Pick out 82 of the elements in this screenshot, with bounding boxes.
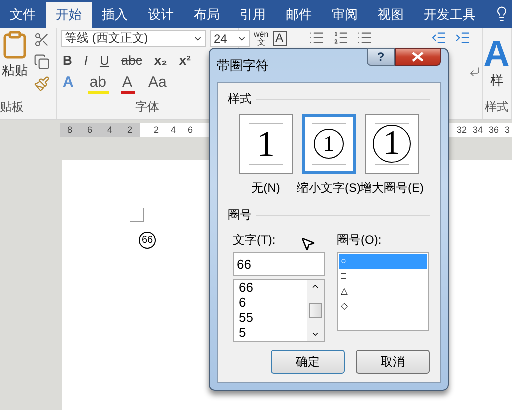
style-option[interactable]: 1: [239, 114, 293, 174]
text-list[interactable]: 66 6 55 5: [233, 279, 325, 342]
ribbon-tab[interactable]: 布局: [184, 2, 230, 28]
ruler-number: 6: [86, 125, 94, 135]
decrease-indent-icon[interactable]: [430, 30, 447, 46]
list-item[interactable]: 6: [237, 295, 307, 310]
ruler-number: 8: [66, 125, 74, 135]
format-button[interactable]: I: [82, 53, 90, 68]
ribbon-tab[interactable]: 开始: [46, 2, 92, 28]
font-size-field[interactable]: 24: [210, 30, 250, 47]
list-item[interactable]: 66: [237, 280, 307, 295]
style-option-label: 增大圈号(E): [360, 180, 424, 197]
ruler-number: 34: [472, 125, 484, 135]
numbered-list-icon[interactable]: [332, 30, 349, 46]
ribbon-tab[interactable]: 视图: [368, 2, 414, 28]
font-name-field[interactable]: 等线 (西文正文): [60, 30, 206, 47]
group-label: 字体: [134, 99, 160, 116]
group-label: 贴板: [0, 99, 25, 116]
style-option-label: 无(N): [252, 180, 280, 197]
text-input-field[interactable]: 66: [233, 252, 325, 276]
style-sample: 1: [314, 129, 344, 159]
paragraph-mark-icon[interactable]: [468, 66, 481, 78]
enclosed-character: 66: [139, 232, 156, 249]
styles-gallery-button[interactable]: A: [484, 36, 510, 72]
ribbon-tab[interactable]: 审阅: [322, 2, 368, 28]
text-effect-button[interactable]: A: [120, 74, 135, 94]
group-label: 样式: [484, 99, 510, 116]
enclosure-list[interactable]: ○ □ △ ◇: [337, 252, 429, 331]
phonetic-guide-button[interactable]: wén 文: [254, 30, 269, 46]
ribbon-tab[interactable]: 引用: [230, 2, 276, 28]
format-button[interactable]: U: [98, 53, 112, 68]
copy-icon[interactable]: [34, 54, 50, 70]
ruler-number: 4: [106, 125, 114, 135]
scrollbar[interactable]: [307, 280, 324, 341]
ruler-number: 3: [504, 125, 511, 135]
ruler-number: 2: [126, 125, 134, 135]
section-label: 样式: [228, 91, 252, 108]
ribbon-tab[interactable]: 设计: [138, 2, 184, 28]
list-item[interactable]: 55: [237, 310, 307, 325]
close-button[interactable]: [395, 48, 441, 66]
ruler-number: 2: [153, 125, 160, 135]
text-effect-button[interactable]: Aa: [146, 74, 169, 94]
cancel-button[interactable]: 取消: [356, 350, 430, 374]
ribbon-tab[interactable]: 开发工具: [414, 2, 486, 28]
format-button[interactable]: x₂: [152, 53, 170, 68]
ribbon-tab[interactable]: 文件: [0, 2, 46, 28]
text-effect-button[interactable]: ab: [88, 74, 108, 94]
ribbon-tab[interactable]: 邮件: [276, 2, 322, 28]
scroll-up-icon[interactable]: [311, 282, 320, 291]
style-sample: 1: [373, 125, 411, 163]
paintbrush-icon[interactable]: [34, 76, 50, 92]
ruler-number: 4: [170, 125, 178, 135]
style-option[interactable]: 1: [302, 114, 356, 174]
dialog-title: 带圈字符: [217, 57, 269, 75]
close-icon: [412, 52, 424, 62]
list-item[interactable]: 5: [237, 325, 307, 340]
ruler-number: 32: [456, 125, 468, 135]
style-sample: 1: [256, 124, 276, 164]
scroll-down-icon[interactable]: [311, 330, 320, 339]
mouse-cursor-icon: [300, 236, 316, 252]
section-label: 圈号: [228, 207, 252, 224]
list-item[interactable]: □: [339, 269, 427, 284]
styles-label: 样: [490, 72, 504, 90]
ruler-number: 36: [488, 125, 500, 135]
list-item[interactable]: △: [339, 284, 427, 299]
format-button[interactable]: abc: [119, 53, 144, 68]
paste-button[interactable]: 粘贴: [0, 30, 30, 99]
style-option-label: 缩小文字(S): [297, 180, 361, 197]
format-button[interactable]: x²: [177, 53, 193, 68]
increase-indent-icon[interactable]: [454, 30, 471, 46]
format-button[interactable]: B: [60, 53, 74, 68]
list-item[interactable]: ◇: [339, 299, 427, 314]
scissors-icon[interactable]: [34, 32, 50, 48]
ribbon-tab[interactable]: 插入: [92, 2, 138, 28]
help-button[interactable]: ?: [367, 48, 395, 66]
ruler-number: 6: [187, 125, 194, 135]
field-label: 圈号(O):: [337, 232, 382, 249]
ok-button[interactable]: 确定: [271, 350, 345, 374]
character-border-button[interactable]: A: [272, 31, 287, 46]
style-option[interactable]: 1: [365, 114, 419, 174]
field-label: 文字(T):: [233, 232, 276, 249]
margin-corner-mark: [130, 208, 144, 222]
